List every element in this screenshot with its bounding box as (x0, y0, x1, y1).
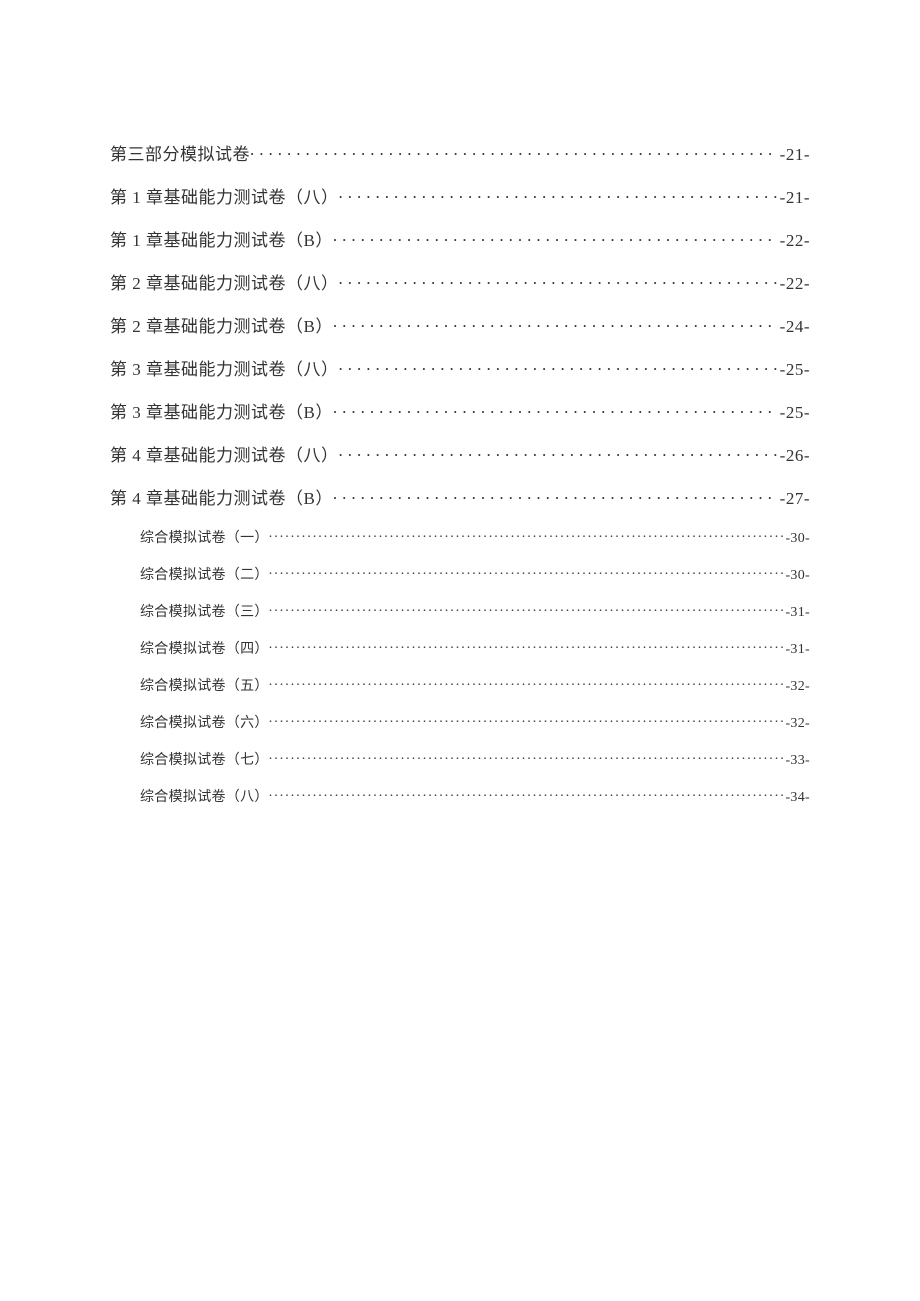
toc-entry: 第 4 章基础能力测试卷（B） -27- (110, 484, 810, 509)
toc-leader-dots (269, 787, 784, 801)
toc-entry-title: 综合模拟试卷（七） (140, 749, 269, 769)
toc-entry: 综合模拟试卷（二） -30- (110, 564, 810, 584)
toc-entry: 综合模拟试卷（八） -34- (110, 786, 810, 806)
toc-entry-page: -26- (778, 446, 810, 466)
toc-leader-dots (333, 315, 778, 332)
toc-entry: 第 3 章基础能力测试卷（B） -25- (110, 398, 810, 423)
toc-entry-title: 第 2 章基础能力测试卷（八） (110, 269, 339, 294)
toc-entry-title: 综合模拟试卷（三） (140, 601, 269, 621)
toc-entry: 综合模拟试卷（四） -31- (110, 638, 810, 658)
toc-leader-dots (250, 143, 778, 160)
toc-entry-page: -25- (778, 360, 810, 380)
toc-entry-title: 综合模拟试卷（五） (140, 675, 269, 695)
toc-entry-page: -30- (783, 568, 810, 584)
toc-leader-dots (339, 272, 778, 289)
toc-entry-title: 第 2 章基础能力测试卷（B） (110, 312, 333, 337)
toc-leader-dots (269, 602, 784, 616)
toc-entry-title: 第 1 章基础能力测试卷（八） (110, 183, 339, 208)
toc-leader-dots (339, 444, 778, 461)
toc-entry-title: 综合模拟试卷（八） (140, 786, 269, 806)
toc-leader-dots (269, 639, 784, 653)
toc-leader-dots (339, 186, 778, 203)
toc-leader-dots (269, 528, 784, 542)
toc-entry-page: -32- (783, 679, 810, 695)
toc-entry-title: 综合模拟试卷（六） (140, 712, 269, 732)
toc-leader-dots (269, 676, 784, 690)
toc-leader-dots (333, 229, 778, 246)
toc-entry-page: -25- (778, 403, 810, 423)
toc-entry: 第 1 章基础能力测试卷（八） -21- (110, 183, 810, 208)
toc-entry: 综合模拟试卷（七） -33- (110, 749, 810, 769)
toc-entry-page: -27- (778, 489, 810, 509)
toc-entry-title: 第 4 章基础能力测试卷（B） (110, 484, 333, 509)
toc-leader-dots (269, 713, 784, 727)
toc-entry-page: -21- (778, 145, 810, 165)
toc-entry-page: -32- (783, 716, 810, 732)
toc-entry: 综合模拟试卷（三） -31- (110, 601, 810, 621)
toc-entry: 第 1 章基础能力测试卷（B） -22- (110, 226, 810, 251)
toc-entry-page: -30- (783, 531, 810, 547)
toc-entry-page: -24- (778, 317, 810, 337)
toc-leader-dots (339, 358, 778, 375)
toc-entry: 第三部分模拟试卷 -21- (110, 140, 810, 165)
toc-entry: 第 2 章基础能力测试卷（B） -24- (110, 312, 810, 337)
toc-entry-page: -34- (783, 790, 810, 806)
toc-entry-title: 第三部分模拟试卷 (110, 140, 250, 165)
toc-entry-title: 综合模拟试卷（二） (140, 564, 269, 584)
toc-entry: 第 3 章基础能力测试卷（八） -25- (110, 355, 810, 380)
toc-entry-page: -21- (778, 188, 810, 208)
toc-entry-title: 第 3 章基础能力测试卷（B） (110, 398, 333, 423)
toc-entry-page: -31- (783, 642, 810, 658)
toc-entry-page: -31- (783, 605, 810, 621)
table-of-contents: 第三部分模拟试卷 -21- 第 1 章基础能力测试卷（八） -21- 第 1 章… (110, 140, 810, 806)
toc-entry-title: 综合模拟试卷（四） (140, 638, 269, 658)
toc-entry: 第 4 章基础能力测试卷（八） -26- (110, 441, 810, 466)
toc-leader-dots (269, 565, 784, 579)
toc-entry: 综合模拟试卷（五） -32- (110, 675, 810, 695)
toc-entry-title: 第 4 章基础能力测试卷（八） (110, 441, 339, 466)
toc-entry-title: 第 1 章基础能力测试卷（B） (110, 226, 333, 251)
toc-entry: 第 2 章基础能力测试卷（八） -22- (110, 269, 810, 294)
toc-entry-title: 第 3 章基础能力测试卷（八） (110, 355, 339, 380)
toc-entry-page: -22- (778, 231, 810, 251)
toc-leader-dots (269, 750, 784, 764)
toc-entry-page: -22- (778, 274, 810, 294)
toc-entry: 综合模拟试卷（六） -32- (110, 712, 810, 732)
toc-entry-title: 综合模拟试卷（一） (140, 527, 269, 547)
toc-leader-dots (333, 401, 778, 418)
toc-entry: 综合模拟试卷（一） -30- (110, 527, 810, 547)
toc-leader-dots (333, 487, 778, 504)
toc-entry-page: -33- (783, 753, 810, 769)
